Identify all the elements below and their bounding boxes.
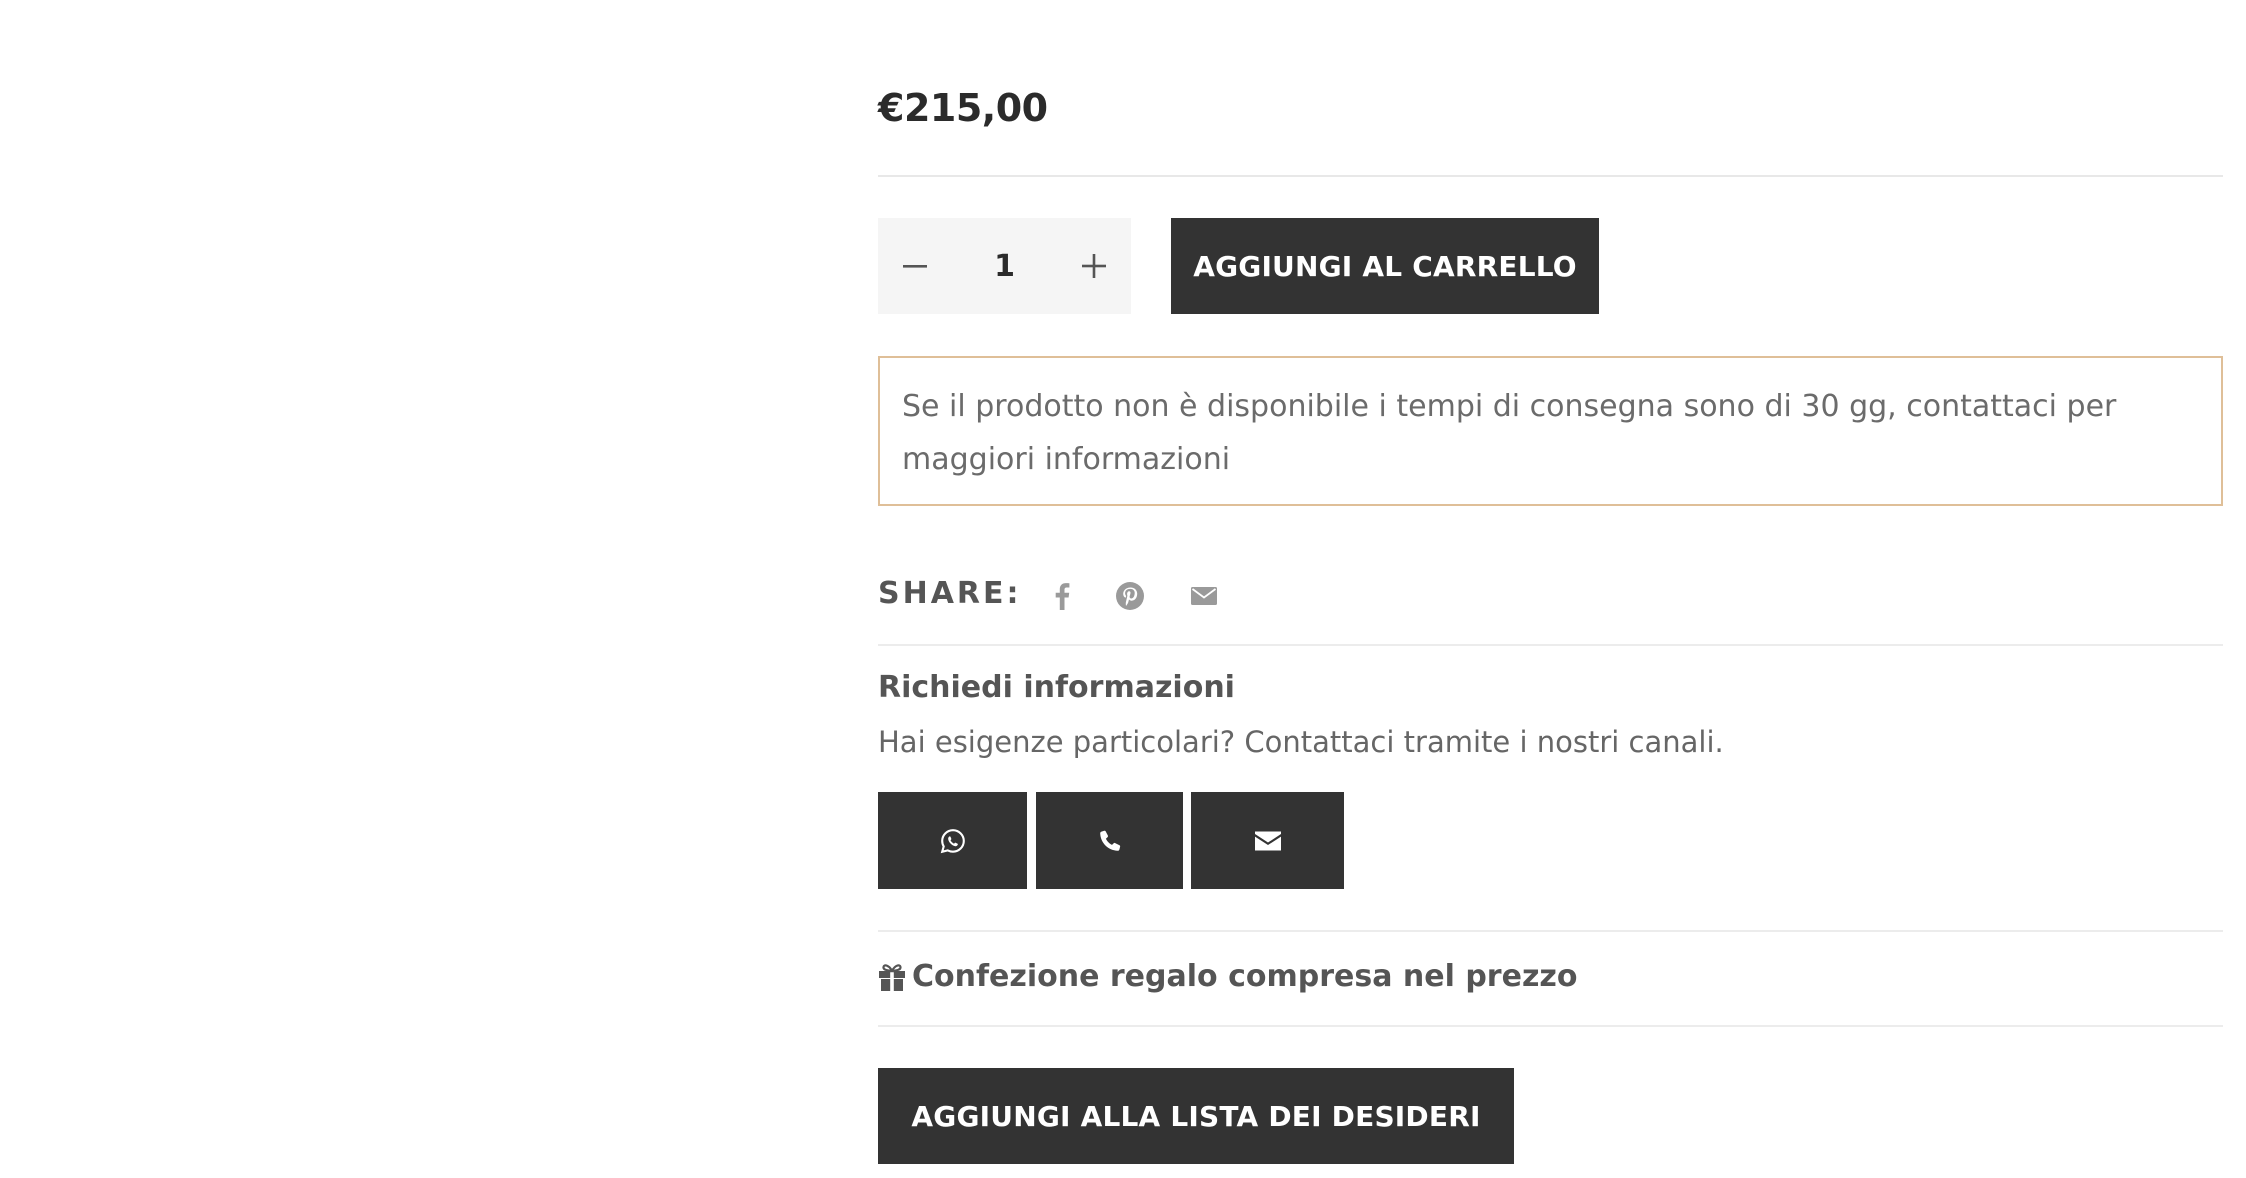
gift-wrap-row: Confezione regalo compresa nel prezzo	[878, 930, 2223, 1027]
gift-wrap-text: Confezione regalo compresa nel prezzo	[912, 959, 1578, 994]
phone-contact-button[interactable]	[1036, 792, 1183, 889]
info-request-subtitle: Hai esigenze particolari? Contattaci tra…	[878, 725, 1724, 759]
price-row: €215,00	[878, 82, 2223, 177]
add-to-wishlist-button[interactable]: AGGIUNGI ALLA LISTA DEI DESIDERI	[878, 1068, 1514, 1164]
quantity-stepper	[878, 218, 1131, 314]
increase-quantity-button[interactable]	[1059, 218, 1129, 314]
email-contact-button[interactable]	[1191, 792, 1344, 889]
info-request-title: Richiedi informazioni	[878, 670, 1235, 705]
quantity-input[interactable]	[948, 218, 1061, 314]
minus-icon	[903, 265, 927, 268]
mail-icon[interactable]	[1184, 576, 1224, 616]
envelope-icon	[1254, 831, 1281, 850]
availability-notice: Se il prodotto non è disponibile i tempi…	[878, 356, 2223, 506]
share-row: SHARE:	[878, 556, 2223, 646]
availability-notice-text: Se il prodotto non è disponibile i tempi…	[902, 389, 2117, 477]
pinterest-icon[interactable]	[1110, 576, 1150, 616]
facebook-icon[interactable]	[1042, 576, 1082, 616]
phone-icon	[1099, 830, 1120, 851]
plus-icon	[1082, 254, 1106, 278]
product-panel: €215,00 AGGIUNGI AL CARRELLO Se il prodo…	[878, 0, 2223, 1178]
gift-icon	[879, 964, 905, 991]
add-to-cart-button[interactable]: AGGIUNGI AL CARRELLO	[1171, 218, 1599, 314]
product-price: €215,00	[878, 86, 1048, 130]
decrease-quantity-button[interactable]	[880, 218, 950, 314]
whatsapp-icon	[940, 828, 965, 853]
whatsapp-contact-button[interactable]	[878, 792, 1027, 889]
share-label: SHARE:	[878, 576, 1022, 611]
